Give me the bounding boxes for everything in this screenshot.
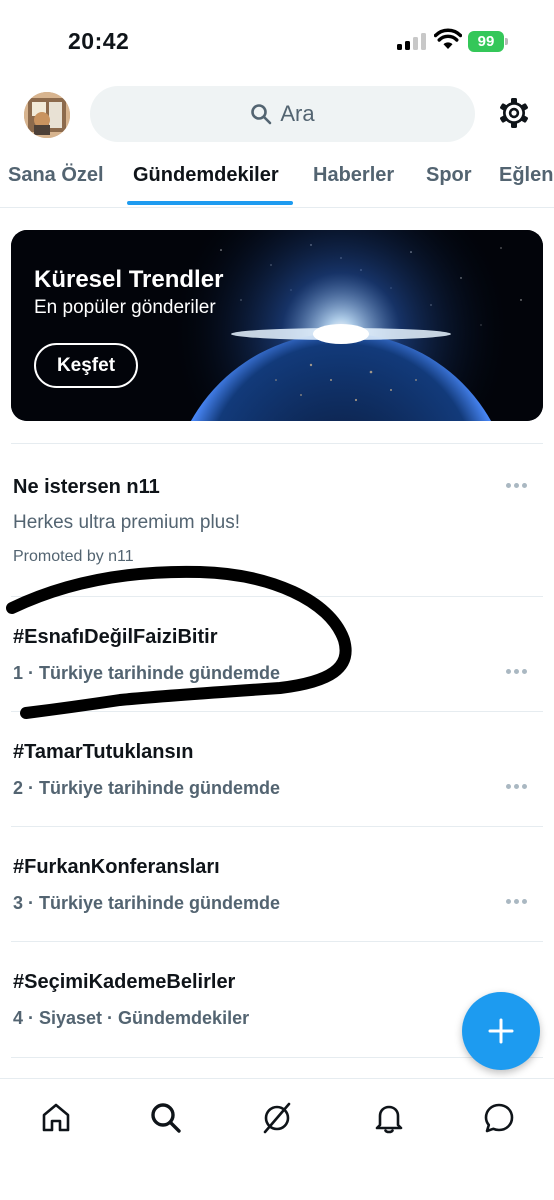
compose-post-button[interactable] <box>462 992 540 1070</box>
plus-icon <box>488 1018 514 1044</box>
trend-title: #SeçimiKademeBelirler <box>13 971 236 993</box>
divider <box>11 1057 543 1058</box>
explore-button[interactable]: Keşfet <box>34 343 138 388</box>
trend-meta: 1 · Türkiye tarihinde gündemde <box>13 663 281 683</box>
search-input[interactable]: Ara <box>90 86 475 142</box>
tab-haberler[interactable]: Haberler <box>313 164 394 187</box>
trend-item[interactable]: #EsnafıDeğilFaiziBitir 1 · Türkiye tarih… <box>0 597 554 711</box>
search-icon <box>251 104 272 125</box>
explore-tabs: Sana Özel Gündemdekiler Haberler Spor Eğ… <box>0 150 554 208</box>
tab-sana-ozel[interactable]: Sana Özel <box>8 164 104 187</box>
promoted-trend[interactable]: Ne istersen n11 Herkes ultra premium plu… <box>0 444 554 596</box>
earth-image <box>11 230 543 421</box>
battery-level: 99 <box>468 31 504 52</box>
wifi-icon <box>434 28 462 49</box>
active-tab-indicator <box>127 201 293 205</box>
trend-item[interactable]: #TamarTutuklansın 2 · Türkiye tarihinde … <box>0 712 554 826</box>
bottom-navigation <box>0 1078 554 1200</box>
trend-title: #FurkanKonferansları <box>13 856 220 878</box>
notifications-icon[interactable] <box>372 1101 406 1135</box>
banner-subtitle: En popüler gönderiler <box>34 297 216 318</box>
tab-gundemdekiler[interactable]: Gündemdekiler <box>133 164 279 187</box>
promoted-by-label: Promoted by n11 <box>13 548 134 565</box>
search-icon[interactable] <box>149 1101 183 1135</box>
status-bar: 20:42 99 <box>0 0 554 80</box>
trend-meta: 2 · Türkiye tarihinde gündemde <box>13 778 281 798</box>
promoted-text: Herkes ultra premium plus! <box>13 512 241 533</box>
trend-item[interactable]: #FurkanKonferansları 3 · Türkiye tarihin… <box>0 827 554 941</box>
tab-eglence[interactable]: Eğlen <box>499 164 553 187</box>
grok-icon[interactable] <box>260 1101 294 1135</box>
battery-icon: 99 <box>468 31 508 52</box>
status-time: 20:42 <box>68 28 130 54</box>
avatar[interactable] <box>24 92 70 138</box>
messages-icon[interactable] <box>482 1101 516 1135</box>
more-options-icon[interactable] <box>506 668 530 676</box>
global-trends-banner[interactable]: Küresel Trendler En popüler gönderiler K… <box>11 230 543 421</box>
promoted-title: Ne istersen n11 <box>13 476 160 498</box>
banner-title: Küresel Trendler <box>34 266 224 293</box>
more-options-icon[interactable] <box>506 898 530 906</box>
more-options-icon[interactable] <box>506 783 530 791</box>
trend-meta: 3 · Türkiye tarihinde gündemde <box>13 893 281 913</box>
gear-icon[interactable] <box>497 96 531 130</box>
more-options-icon[interactable] <box>506 482 530 490</box>
tab-spor[interactable]: Spor <box>426 164 472 187</box>
trend-title: #EsnafıDeğilFaiziBitir <box>13 626 218 648</box>
trend-meta: 4 · Siyaset · Gündemdekiler <box>13 1008 250 1028</box>
search-placeholder: Ara <box>280 101 315 126</box>
cellular-signal-icon <box>397 32 427 50</box>
trend-title: #TamarTutuklansın <box>13 741 194 763</box>
home-icon[interactable] <box>39 1101 73 1135</box>
